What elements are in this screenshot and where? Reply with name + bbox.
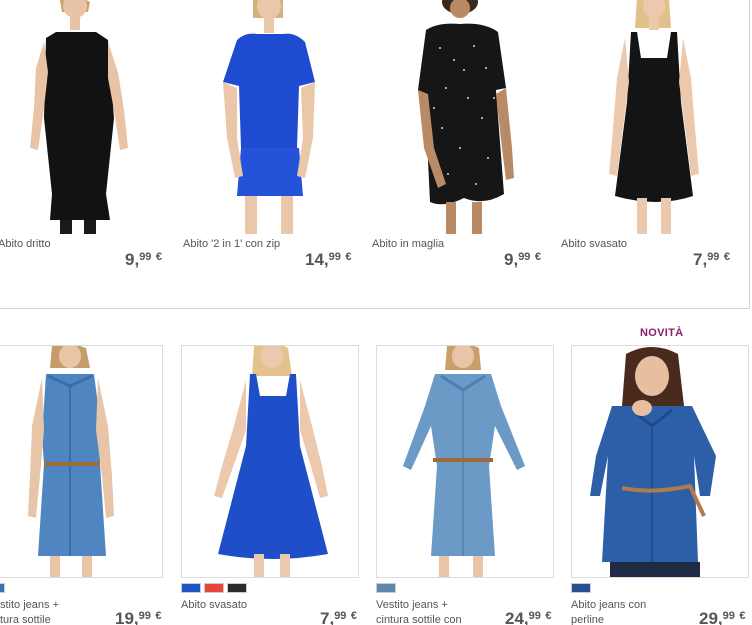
product-image[interactable] xyxy=(572,346,749,578)
product-card-vestito-jeans[interactable]: stito jeans + tura sottile 19,99 € xyxy=(0,320,165,625)
product-card-abito-2-in-1[interactable]: Abito '2 in 1' con zip 14,99 € xyxy=(175,0,364,298)
product-image[interactable] xyxy=(553,0,742,234)
color-swatches xyxy=(181,583,247,593)
product-name[interactable]: Abito dritto xyxy=(0,238,51,250)
product-image-frame[interactable] xyxy=(376,345,554,578)
product-image[interactable] xyxy=(377,346,554,578)
product-price: 14,99 € xyxy=(305,250,352,269)
product-image-frame[interactable] xyxy=(0,345,163,578)
product-price: 9,99 € xyxy=(504,250,542,269)
product-price: 7,99 € xyxy=(320,609,358,625)
product-name[interactable]: Abito svasato xyxy=(561,238,627,250)
product-name[interactable]: Abito in maglia xyxy=(372,238,444,250)
product-name[interactable]: stito jeans + tura sottile xyxy=(0,598,100,625)
product-name[interactable]: Abito jeans con perline xyxy=(571,598,671,625)
color-swatches xyxy=(376,583,396,593)
product-image[interactable] xyxy=(175,0,364,234)
novelty-badge: NOVITÀ xyxy=(640,327,684,339)
product-card-abito-dritto[interactable]: Abito dritto 9,99 € xyxy=(0,0,175,298)
product-image[interactable] xyxy=(364,0,553,234)
color-swatch-denim[interactable] xyxy=(376,583,396,593)
product-card-vestito-jeans-cintura[interactable]: Vestito jeans + cintura sottile con 24,9… xyxy=(376,320,556,625)
product-price: 19,99 € xyxy=(115,609,162,625)
color-swatch-blue[interactable] xyxy=(181,583,201,593)
color-swatch-denim[interactable] xyxy=(571,583,591,593)
product-card-abito-svasato[interactable]: Abito svasato 7,99 € xyxy=(553,0,742,298)
color-swatch-blue[interactable] xyxy=(0,583,5,593)
product-name[interactable]: Abito svasato xyxy=(181,598,281,613)
color-swatch-red[interactable] xyxy=(204,583,224,593)
product-price: 9,99 € xyxy=(125,250,163,269)
product-card-abito-jeans-perline[interactable]: NOVITÀ Abito jeans con perline 29,99 € xyxy=(571,320,751,625)
product-price: 24,99 € xyxy=(505,609,552,625)
product-name[interactable]: Abito '2 in 1' con zip xyxy=(183,238,280,250)
product-image-frame[interactable] xyxy=(181,345,359,578)
color-swatches xyxy=(571,583,591,593)
product-image[interactable] xyxy=(182,346,359,578)
product-image[interactable] xyxy=(0,346,163,578)
product-image[interactable] xyxy=(0,0,175,234)
product-image-frame[interactable] xyxy=(571,345,749,578)
color-swatches xyxy=(0,583,5,593)
product-name[interactable]: Vestito jeans + cintura sottile con xyxy=(376,598,476,625)
product-card-abito-in-maglia[interactable]: Abito in maglia 9,99 € xyxy=(364,0,553,298)
product-price: 7,99 € xyxy=(693,250,731,269)
top-product-panel: Abito dritto 9,99 € Abito '2 in 1' con z… xyxy=(0,0,750,309)
product-price: 29,99 € xyxy=(699,609,746,625)
product-card-abito-svasato-blu[interactable]: Abito svasato 7,99 € xyxy=(181,320,361,625)
color-swatch-black[interactable] xyxy=(227,583,247,593)
